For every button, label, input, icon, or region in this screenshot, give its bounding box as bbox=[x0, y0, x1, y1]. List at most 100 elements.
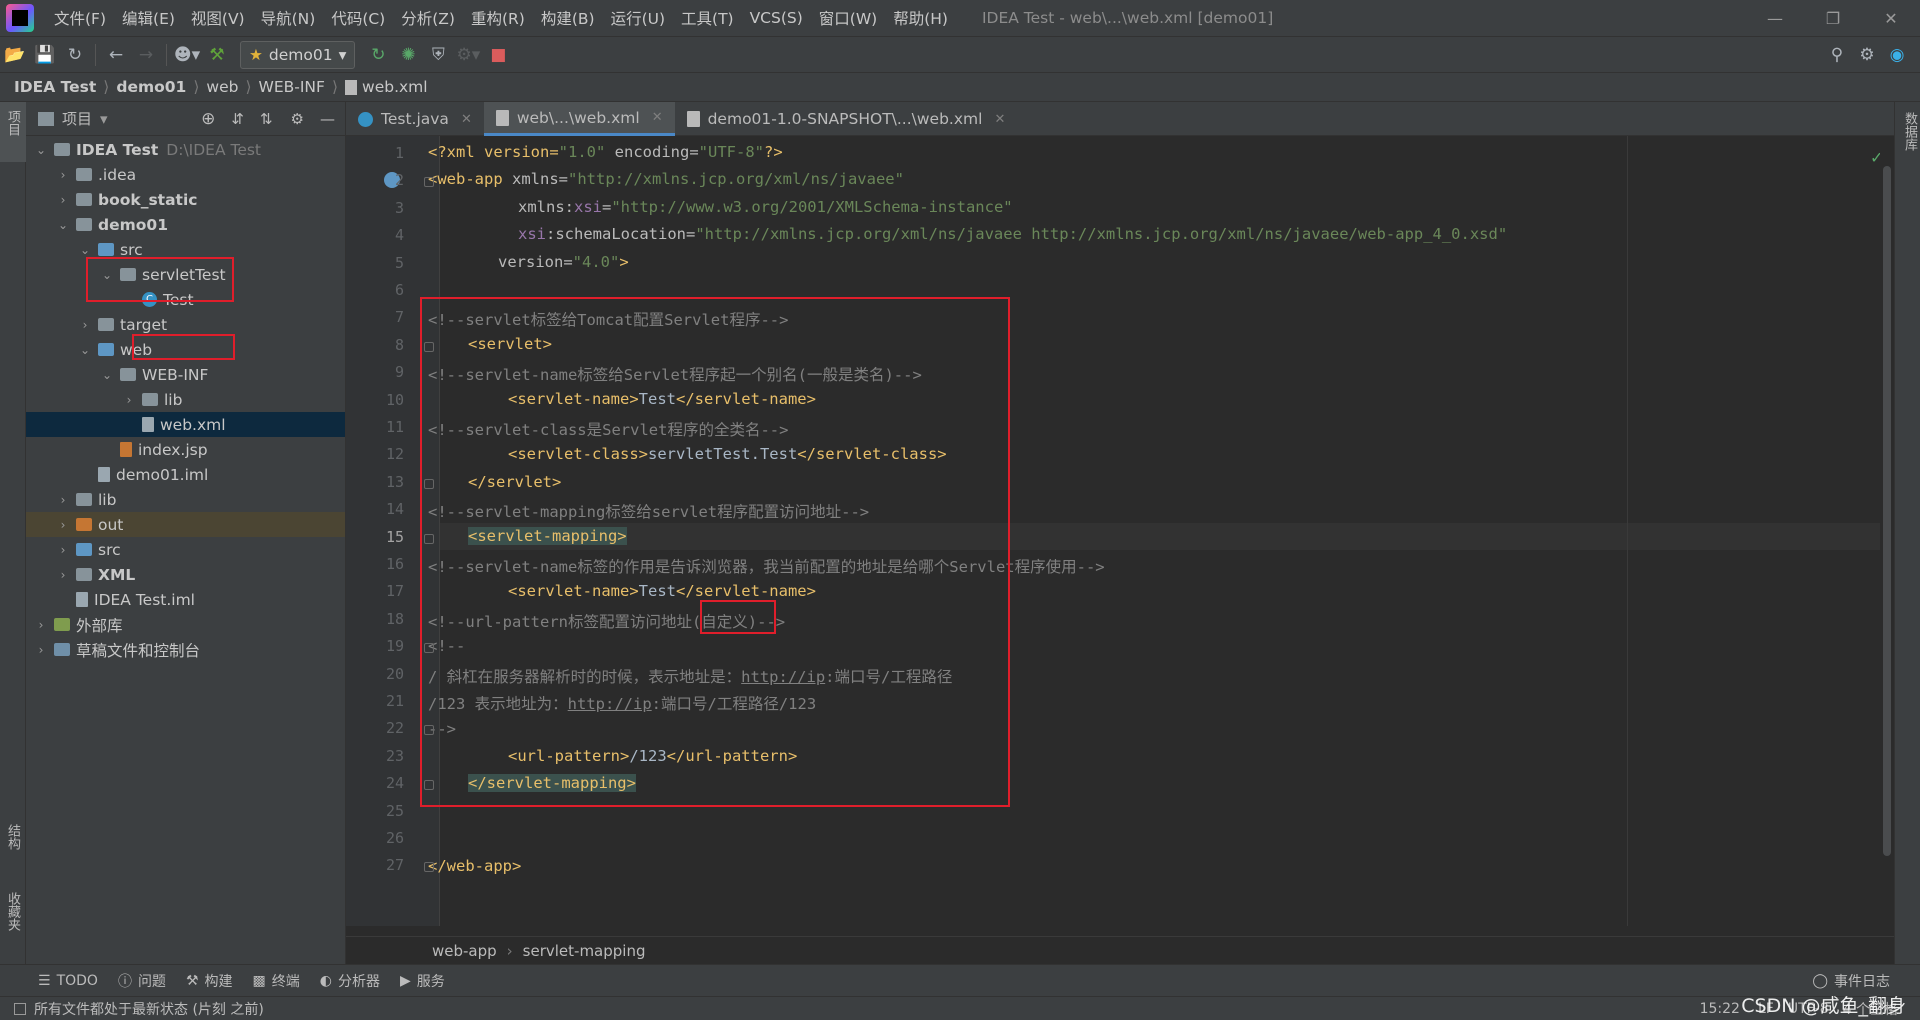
project-panel-title[interactable]: 项目 bbox=[62, 108, 92, 129]
chevron-right-icon[interactable]: › bbox=[32, 643, 50, 657]
todo-tool[interactable]: ☰ TODO bbox=[38, 973, 98, 989]
debug-bug-icon[interactable]: ✺ bbox=[393, 40, 423, 70]
build-hammer-icon[interactable]: ⚒ bbox=[202, 40, 232, 70]
tree-item-demo01-iml[interactable]: demo01.iml bbox=[26, 462, 345, 487]
project-tool-tab[interactable]: 项目 bbox=[3, 110, 22, 136]
tab-test-java[interactable]: Test.java ✕ bbox=[346, 102, 484, 136]
gear-icon[interactable]: ⚙ bbox=[1852, 40, 1882, 70]
forward-arrow-icon[interactable]: → bbox=[131, 40, 161, 70]
caret-position[interactable]: 15:22 bbox=[1700, 1001, 1740, 1017]
chevron-down-icon[interactable]: ⌄ bbox=[76, 343, 94, 357]
minimize-icon[interactable]: — bbox=[1746, 0, 1804, 36]
chevron-right-icon[interactable]: › bbox=[120, 393, 138, 407]
locate-target-icon[interactable]: ⊕ bbox=[201, 109, 215, 129]
tree-item-external-libraries[interactable]: › 外部库 bbox=[26, 612, 345, 637]
chevron-right-icon[interactable]: › bbox=[54, 543, 72, 557]
fold-marker-icon[interactable] bbox=[424, 725, 434, 736]
fold-marker-icon[interactable] bbox=[424, 177, 434, 188]
editor-crumb-web-app[interactable]: web-app bbox=[432, 942, 497, 960]
fold-marker-icon[interactable] bbox=[424, 780, 434, 791]
services-tool[interactable]: ▶ 服务 bbox=[400, 971, 445, 991]
fold-marker-icon[interactable] bbox=[424, 341, 434, 352]
tree-item-lib[interactable]: › lib bbox=[26, 387, 345, 412]
menu-run[interactable]: 运行(U) bbox=[603, 7, 673, 29]
structure-tool-tab[interactable]: 结构 bbox=[3, 824, 22, 850]
tree-item-lib-root[interactable]: › lib bbox=[26, 487, 345, 512]
open-folder-icon[interactable]: 📂 bbox=[0, 40, 30, 70]
tree-item-web-xml[interactable]: web.xml bbox=[26, 412, 345, 437]
chevron-down-icon[interactable]: ⌄ bbox=[98, 368, 116, 382]
chevron-right-icon[interactable]: › bbox=[54, 568, 72, 582]
menu-build[interactable]: 构建(B) bbox=[533, 7, 603, 29]
menu-edit[interactable]: 编辑(E) bbox=[114, 7, 183, 29]
breadcrumb-web[interactable]: web bbox=[206, 78, 238, 96]
tree-item-book-static[interactable]: › book_static bbox=[26, 187, 345, 212]
menu-help[interactable]: 帮助(H) bbox=[885, 7, 956, 29]
fold-marker-icon[interactable] bbox=[424, 533, 434, 544]
toolbox-icon[interactable]: ◉ bbox=[1882, 40, 1912, 70]
tree-item-idea-test[interactable]: ⌄ IDEA Test D:\IDEA Test bbox=[26, 137, 345, 162]
tree-item-idea-test-iml[interactable]: IDEA Test.iml bbox=[26, 587, 345, 612]
chevron-down-icon[interactable]: ⌄ bbox=[54, 218, 72, 232]
chevron-right-icon[interactable]: › bbox=[32, 618, 50, 632]
menu-vcs[interactable]: VCS(S) bbox=[742, 9, 811, 27]
hide-panel-icon[interactable]: — bbox=[320, 110, 335, 128]
close-icon[interactable]: ✕ bbox=[652, 110, 663, 125]
chevron-right-icon[interactable]: › bbox=[54, 518, 72, 532]
scrollbar-thumb[interactable] bbox=[1883, 166, 1891, 856]
chevron-right-icon[interactable]: › bbox=[54, 493, 72, 507]
chevron-right-icon[interactable]: › bbox=[54, 193, 72, 207]
favorites-tool-tab[interactable]: 收藏夹 bbox=[3, 892, 22, 931]
fold-marker-icon[interactable] bbox=[424, 478, 434, 489]
chevron-down-icon[interactable]: ⌄ bbox=[32, 143, 50, 157]
rerun-icon[interactable]: ↻ bbox=[363, 40, 393, 70]
tree-item-xml[interactable]: › XML bbox=[26, 562, 345, 587]
save-icon[interactable]: 💾 bbox=[30, 40, 60, 70]
problems-tool[interactable]: ⓘ 问题 bbox=[118, 971, 166, 991]
chevron-right-icon[interactable]: › bbox=[76, 318, 94, 332]
breadcrumb-module[interactable]: demo01 bbox=[116, 78, 186, 96]
close-icon[interactable]: ✕ bbox=[1862, 0, 1920, 36]
chevron-down-icon[interactable]: ⌄ bbox=[76, 243, 94, 257]
profile-icon[interactable]: ⚙▾ bbox=[453, 40, 483, 70]
user-dropdown-icon[interactable]: ☻▾ bbox=[172, 40, 202, 70]
code-area[interactable]: ✓ <?xml version="1.0" encoding="UTF-8"?>… bbox=[346, 136, 1894, 926]
menu-window[interactable]: 窗口(W) bbox=[811, 7, 885, 29]
stop-icon[interactable]: ■ bbox=[483, 40, 513, 70]
tree-item-web-inf[interactable]: ⌄ WEB-INF bbox=[26, 362, 345, 387]
menu-tools[interactable]: 工具(T) bbox=[673, 7, 742, 29]
database-tool-tab[interactable]: 数据库 bbox=[1900, 112, 1919, 151]
tab-web-xml[interactable]: web\...\web.xml ✕ bbox=[483, 102, 675, 136]
fold-marker-icon[interactable] bbox=[424, 862, 434, 873]
terminal-tool[interactable]: ▩ 终端 bbox=[253, 971, 300, 991]
coverage-icon[interactable]: ⛨ bbox=[423, 40, 453, 70]
restore-icon[interactable]: ❐ bbox=[1804, 0, 1862, 36]
back-arrow-icon[interactable]: ← bbox=[101, 40, 131, 70]
chevron-right-icon[interactable]: › bbox=[54, 168, 72, 182]
status-toggle-icon[interactable] bbox=[14, 1002, 26, 1015]
menu-refactor[interactable]: 重构(R) bbox=[463, 7, 533, 29]
tab-snapshot-web-xml[interactable]: demo01-1.0-SNAPSHOT\...\web.xml ✕ bbox=[675, 102, 1018, 136]
sync-icon[interactable]: ↻ bbox=[60, 40, 90, 70]
tree-item-out[interactable]: › out bbox=[26, 512, 345, 537]
tree-item-demo01[interactable]: ⌄ demo01 bbox=[26, 212, 345, 237]
close-icon[interactable]: ✕ bbox=[461, 112, 472, 127]
fold-marker-icon[interactable] bbox=[424, 643, 434, 654]
search-icon[interactable]: ⚲ bbox=[1822, 40, 1852, 70]
menu-file[interactable]: 文件(F) bbox=[46, 7, 114, 29]
tree-item-src-root[interactable]: › src bbox=[26, 537, 345, 562]
breadcrumb-web-inf[interactable]: WEB-INF bbox=[259, 78, 325, 96]
breadcrumb-project[interactable]: IDEA Test bbox=[14, 78, 96, 96]
run-config-selector[interactable]: ★ demo01 ▾ bbox=[240, 40, 356, 69]
editor-scrollbar[interactable] bbox=[1880, 136, 1894, 926]
menu-analyze[interactable]: 分析(Z) bbox=[393, 7, 463, 29]
close-icon[interactable]: ✕ bbox=[994, 112, 1005, 127]
breadcrumb-file[interactable]: web.xml bbox=[362, 78, 428, 96]
expand-all-icon[interactable]: ⇵ bbox=[231, 110, 244, 128]
menu-view[interactable]: 视图(V) bbox=[183, 7, 253, 29]
tree-item-scratches[interactable]: › 草稿文件和控制台 bbox=[26, 637, 345, 662]
menu-code[interactable]: 代码(C) bbox=[323, 7, 393, 29]
editor-crumb-servlet-mapping[interactable]: servlet-mapping bbox=[523, 942, 646, 960]
profiler-tool[interactable]: ◐ 分析器 bbox=[320, 971, 380, 991]
gear-icon[interactable]: ⚙ bbox=[291, 110, 304, 128]
